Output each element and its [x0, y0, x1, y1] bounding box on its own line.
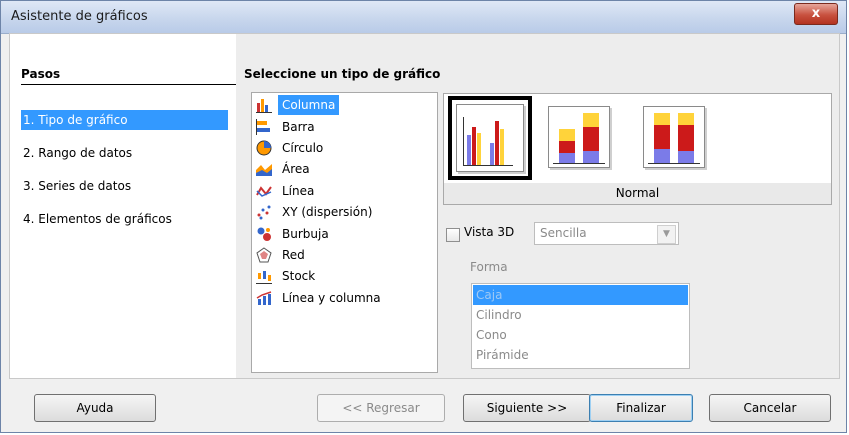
shape-item-caja[interactable]: Caja — [473, 285, 688, 305]
window-title: Asistente de gráficos — [11, 9, 148, 24]
variant-normal[interactable] — [448, 96, 532, 180]
chart-type-bar[interactable]: Barra — [254, 117, 435, 137]
step-data-range[interactable]: 2. Rango de datos — [21, 143, 228, 163]
chart-type-bubble[interactable]: Burbuja — [254, 224, 435, 244]
chart-variant-gallery — [443, 93, 832, 183]
percent-stacked-column-icon — [648, 113, 700, 164]
pie-chart-icon — [256, 140, 272, 156]
variant-thumbnail — [548, 106, 610, 168]
column-line-chart-icon — [256, 291, 272, 305]
cancel-button[interactable]: Cancelar — [709, 394, 831, 422]
title-bar: Asistente de gráficos x — [1, 1, 846, 34]
help-button[interactable]: Ayuda — [34, 394, 156, 422]
3d-style-value: Sencilla — [540, 226, 587, 240]
chart-type-net[interactable]: Red — [254, 245, 435, 265]
variant-stacked[interactable] — [544, 102, 614, 172]
chart-wizard-dialog: Asistente de gráficos x Pasos 1. Tipo de… — [0, 0, 847, 433]
bar-chart-icon — [256, 119, 270, 135]
shape-item-cono[interactable]: Cono — [473, 325, 688, 345]
chart-type-list[interactable]: Columna Barra Círculo Área Línea XY (dis… — [251, 92, 438, 373]
area-chart-icon — [256, 164, 272, 176]
step-chart-elements[interactable]: 4. Elementos de gráficos — [21, 209, 228, 229]
shape-item-cilindro[interactable]: Cilindro — [473, 305, 688, 325]
scatter-chart-icon — [257, 205, 271, 220]
column-chart-icon — [256, 99, 272, 113]
chart-type-label: Stock — [282, 269, 316, 283]
chart-type-column[interactable]: Columna — [254, 95, 435, 115]
chart-type-label: Línea y columna — [282, 291, 381, 305]
chart-type-line[interactable]: Línea — [254, 181, 435, 201]
variant-caption: Normal — [443, 183, 832, 205]
forma-label: Forma — [470, 260, 508, 274]
chart-type-label: Barra — [282, 120, 315, 134]
steps-panel: Pasos 1. Tipo de gráfico 2. Rango de dat… — [10, 34, 237, 378]
vista-3d-label[interactable]: Vista 3D — [464, 225, 514, 239]
line-chart-icon — [256, 186, 272, 197]
chart-type-area[interactable]: Área — [254, 159, 435, 179]
chart-type-label: Línea — [282, 184, 315, 198]
normal-column-icon — [463, 117, 513, 166]
chart-type-scatter[interactable]: XY (dispersión) — [254, 202, 435, 222]
step-chart-type[interactable]: 1. Tipo de gráfico — [21, 110, 228, 130]
shape-list[interactable]: Caja Cilindro Cono Pirámide — [471, 283, 690, 369]
close-button[interactable]: x — [794, 3, 838, 25]
next-button[interactable]: Siguiente >> — [463, 394, 591, 422]
chart-type-label: XY (dispersión) — [282, 205, 373, 219]
shape-item-piramide[interactable]: Pirámide — [473, 345, 688, 365]
chart-type-label: Círculo — [282, 141, 324, 155]
chart-type-pie[interactable]: Círculo — [254, 138, 435, 158]
chart-type-label: Columna — [278, 95, 340, 115]
chart-type-panel: Seleccione un tipo de gráfico Columna Ba… — [236, 34, 839, 378]
steps-header: Pasos — [21, 67, 61, 81]
chart-type-column-line[interactable]: Línea y columna — [254, 288, 435, 308]
chevron-down-icon[interactable]: ▼ — [657, 225, 676, 244]
chart-type-stock[interactable]: Stock — [254, 266, 435, 286]
vista-3d-checkbox[interactable] — [446, 228, 460, 242]
wizard-content: Pasos 1. Tipo de gráfico 2. Rango de dat… — [9, 33, 840, 379]
variant-thumbnail — [456, 104, 524, 172]
net-chart-icon — [256, 247, 272, 263]
steps-divider — [21, 84, 237, 85]
stacked-column-icon — [553, 113, 605, 164]
chart-type-label: Red — [282, 248, 305, 262]
variant-thumbnail — [643, 106, 705, 168]
chart-type-label: Burbuja — [282, 227, 329, 241]
chart-type-label: Área — [282, 162, 310, 176]
variant-percent-stacked[interactable] — [639, 102, 709, 172]
stock-chart-icon — [256, 271, 272, 284]
bubble-chart-icon — [257, 227, 271, 241]
3d-style-select[interactable]: Sencilla ▼ — [534, 222, 679, 245]
panel-header: Seleccione un tipo de gráfico — [244, 67, 441, 81]
step-data-series[interactable]: 3. Series de datos — [21, 176, 228, 196]
back-button[interactable]: << Regresar — [317, 394, 445, 422]
finish-button[interactable]: Finalizar — [589, 394, 693, 422]
